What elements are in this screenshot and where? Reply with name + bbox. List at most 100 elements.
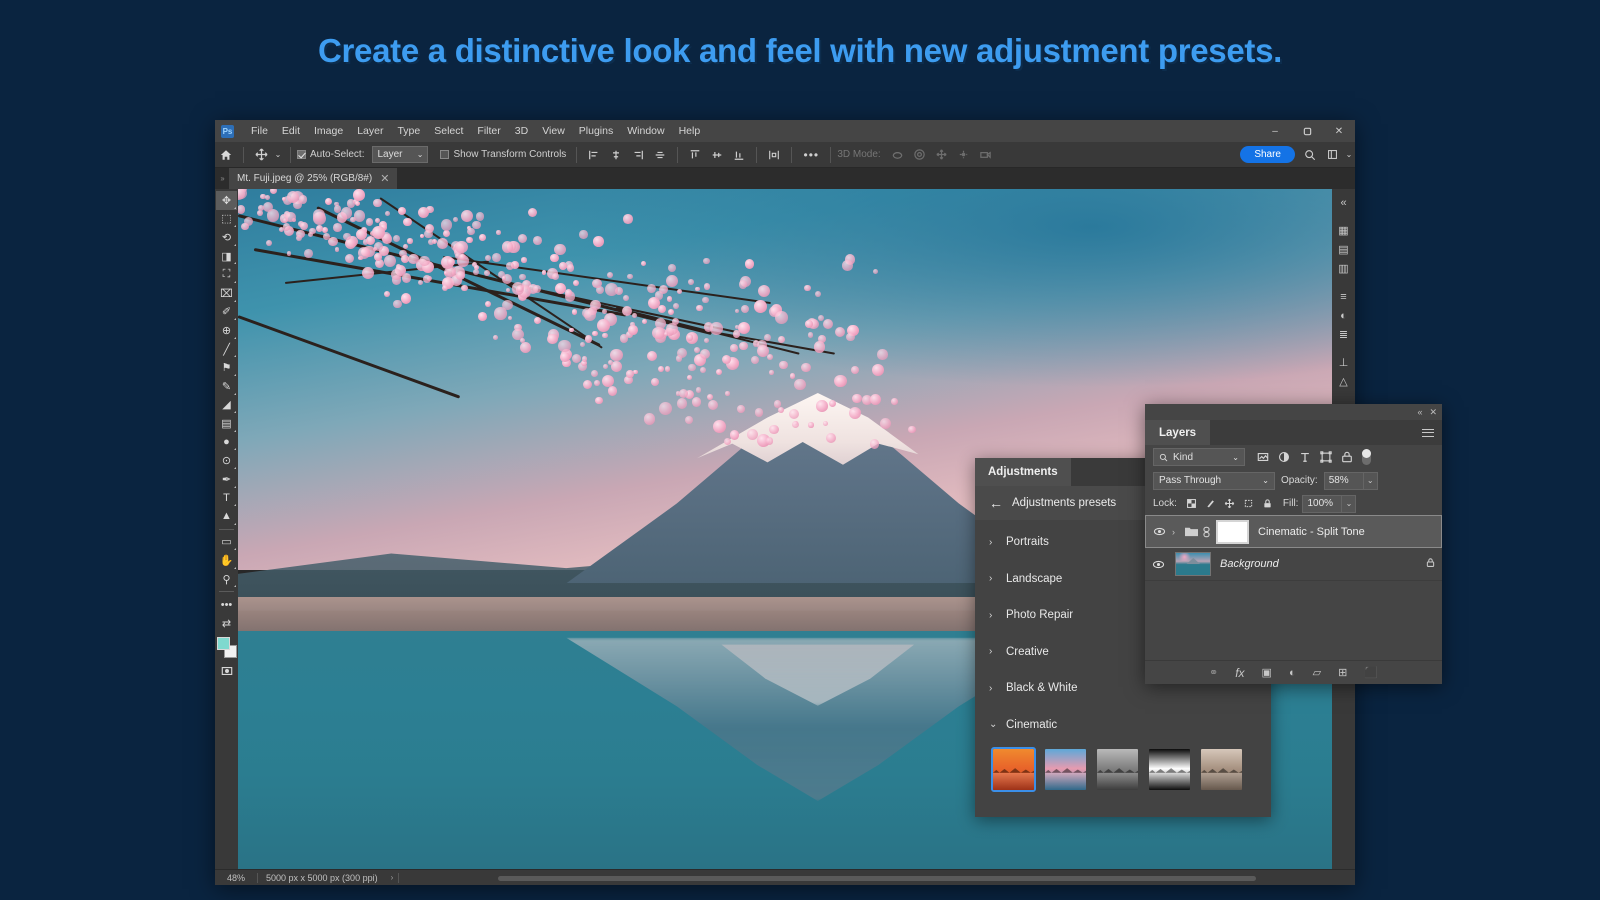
- kind-filter-select[interactable]: Kind ⌄: [1153, 448, 1245, 466]
- quick-selection-tool-icon[interactable]: ◨: [216, 247, 237, 266]
- clone-stamp-tool-icon[interactable]: ⚑: [216, 358, 237, 377]
- status-expand-icon[interactable]: ›: [386, 873, 399, 882]
- menu-item-file[interactable]: File: [244, 122, 275, 140]
- move-tool-icon[interactable]: ✥: [216, 191, 237, 210]
- cinematic-preset-2[interactable]: [1043, 747, 1088, 792]
- eye-icon[interactable]: [1145, 558, 1171, 571]
- shape-filter-icon[interactable]: [1320, 451, 1332, 463]
- path-selection-tool-icon[interactable]: ▲: [216, 507, 237, 526]
- align-right-icon[interactable]: [627, 145, 649, 165]
- menu-item-view[interactable]: View: [535, 122, 572, 140]
- pen-tool-icon[interactable]: ✒: [216, 470, 237, 489]
- menu-item-select[interactable]: Select: [427, 122, 470, 140]
- fill-value[interactable]: 100%: [1302, 495, 1342, 513]
- lock-transparency-icon[interactable]: [1182, 495, 1201, 513]
- info-panel-icon[interactable]: ▤: [1333, 240, 1354, 259]
- history-brush-tool-icon[interactable]: ✎: [216, 377, 237, 396]
- quick-mask-icon[interactable]: [216, 662, 237, 681]
- grid-icon[interactable]: ▦: [1333, 221, 1354, 240]
- color-swatches[interactable]: [216, 636, 237, 660]
- menu-item-window[interactable]: Window: [620, 122, 671, 140]
- align-top-icon[interactable]: [684, 145, 706, 165]
- blend-mode-select[interactable]: Pass Through ⌄: [1153, 472, 1275, 490]
- healing-brush-tool-icon[interactable]: ⊕: [216, 321, 237, 340]
- add-mask-icon[interactable]: ▣: [1262, 666, 1272, 679]
- blur-tool-icon[interactable]: ●: [216, 433, 237, 452]
- pixel-filter-icon[interactable]: [1257, 451, 1269, 463]
- horizontal-scrollbar[interactable]: [403, 873, 1351, 883]
- type-tool-icon[interactable]: T: [216, 489, 237, 508]
- zoom-level[interactable]: 48%: [215, 873, 257, 883]
- document-tab[interactable]: Mt. Fuji.jpeg @ 25% (RGB/8#) ✕: [229, 168, 398, 189]
- menu-item-edit[interactable]: Edit: [275, 122, 307, 140]
- close-icon[interactable]: ✕: [380, 172, 389, 185]
- fill-caret-icon[interactable]: ⌄: [1342, 495, 1356, 513]
- frame-tool-icon[interactable]: ⌧: [216, 284, 237, 303]
- cinematic-preset-4[interactable]: [1147, 747, 1192, 792]
- align-middle-vertical-icon[interactable]: [706, 145, 728, 165]
- layer-scope-select[interactable]: Layer ⌄: [372, 146, 428, 163]
- lock-all-icon[interactable]: [1258, 495, 1277, 513]
- table-row[interactable]: ›Cinematic - Split Tone: [1145, 515, 1442, 548]
- link-icon[interactable]: [1202, 526, 1214, 538]
- show-transform-label[interactable]: Show Transform Controls: [440, 149, 566, 160]
- lasso-tool-icon[interactable]: ⟲: [216, 228, 237, 247]
- lock-image-icon[interactable]: [1201, 495, 1220, 513]
- close-icon[interactable]: ✕: [1429, 407, 1437, 418]
- filter-toggle[interactable]: [1362, 449, 1371, 465]
- home-icon[interactable]: [215, 145, 237, 165]
- menu-item-filter[interactable]: Filter: [470, 122, 507, 140]
- tab-adjustments[interactable]: Adjustments: [975, 458, 1071, 486]
- adjustments-icon[interactable]: ◐: [1333, 306, 1354, 325]
- collapse-icon[interactable]: «: [1333, 193, 1354, 212]
- foreground-color-swatch[interactable]: [217, 637, 230, 650]
- more-options-icon[interactable]: •••: [798, 145, 824, 165]
- maximize-button[interactable]: [1291, 120, 1323, 142]
- eyedropper-tool-icon[interactable]: ✐: [216, 303, 237, 322]
- marquee-tool-icon[interactable]: ⬚: [216, 210, 237, 229]
- auto-select-label[interactable]: Auto-Select:: [297, 149, 364, 160]
- layer-thumbnail[interactable]: [1175, 552, 1211, 576]
- properties-icon[interactable]: ≣: [1333, 325, 1354, 344]
- new-layer-icon[interactable]: ⊞: [1338, 666, 1347, 679]
- distribute-vertical-icon[interactable]: [763, 145, 785, 165]
- opacity-caret-icon[interactable]: ⌄: [1364, 472, 1378, 490]
- tab-layers[interactable]: Layers: [1145, 420, 1210, 445]
- hand-tool-icon[interactable]: ✋: [216, 551, 237, 570]
- eraser-tool-icon[interactable]: ◢: [216, 396, 237, 415]
- workspace-switcher-icon[interactable]: [1321, 145, 1343, 165]
- menu-item-help[interactable]: Help: [672, 122, 708, 140]
- chevron-right-icon[interactable]: ›: [1172, 527, 1184, 537]
- delete-layer-icon[interactable]: ⬛: [1364, 666, 1378, 679]
- menu-item-3d[interactable]: 3D: [508, 122, 535, 140]
- auto-select-checkbox[interactable]: [297, 150, 306, 159]
- lock-artboard-icon[interactable]: [1239, 495, 1258, 513]
- cinematic-preset-1[interactable]: [991, 747, 1036, 792]
- move-tool-caret-icon[interactable]: ⌄: [272, 145, 284, 165]
- crop-tool-icon[interactable]: ⛶: [216, 265, 237, 284]
- align-bottom-icon[interactable]: [728, 145, 750, 165]
- swatches-icon[interactable]: ▥: [1333, 259, 1354, 278]
- menu-item-layer[interactable]: Layer: [350, 122, 390, 140]
- preset-category-cinematic[interactable]: ⌄Cinematic: [975, 707, 1271, 744]
- search-icon[interactable]: [1299, 145, 1321, 165]
- close-button[interactable]: ✕: [1323, 120, 1355, 142]
- new-group-icon[interactable]: ▱: [1313, 666, 1321, 679]
- adjustment-filter-icon[interactable]: [1278, 451, 1290, 463]
- new-fill-adjustment-icon[interactable]: ◐: [1289, 667, 1296, 679]
- shape-tool-icon[interactable]: ▭: [216, 533, 237, 552]
- more-tools-icon[interactable]: •••: [216, 595, 237, 614]
- align-left-icon[interactable]: [583, 145, 605, 165]
- paths-icon[interactable]: △: [1333, 372, 1354, 391]
- smart-object-filter-icon[interactable]: [1341, 451, 1353, 463]
- move-tool-icon[interactable]: [250, 145, 272, 165]
- cinematic-preset-3[interactable]: [1095, 747, 1140, 792]
- layer-mask-thumbnail[interactable]: [1216, 520, 1249, 544]
- character-icon[interactable]: ⊥: [1333, 353, 1354, 372]
- swap-colors-icon[interactable]: ⇄: [216, 614, 237, 633]
- back-arrow-icon[interactable]: ←: [989, 495, 1003, 511]
- collapse-icon[interactable]: «: [1417, 407, 1422, 417]
- lock-position-icon[interactable]: [1220, 495, 1239, 513]
- align-center-horizontal-icon[interactable]: [605, 145, 627, 165]
- align-distribute-icon[interactable]: [649, 145, 671, 165]
